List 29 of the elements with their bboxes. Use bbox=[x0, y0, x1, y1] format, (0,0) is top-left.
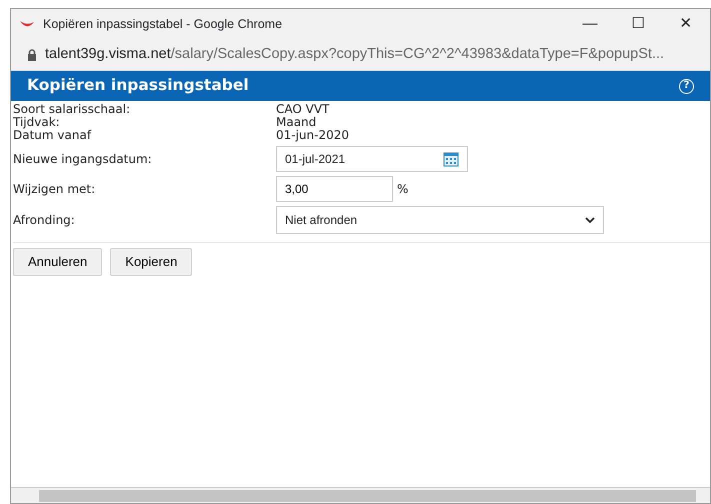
url-text: talent39g.visma.net/salary/ScalesCopy.aspx?copyThis=CG^2^2^43983&dataType=F&popupSt... bbox=[45, 44, 664, 64]
percentage-field[interactable]: 3,00 bbox=[276, 176, 393, 202]
field-label: Datum vanaf bbox=[13, 129, 92, 142]
field-value: 01-jun-2020 bbox=[276, 129, 350, 142]
field-value: Maand bbox=[276, 116, 316, 129]
close-button[interactable]: ✕ bbox=[662, 12, 710, 36]
field-label: Tijdvak: bbox=[13, 116, 61, 129]
copy-button[interactable]: Kopieren bbox=[110, 248, 192, 276]
scrollbar-thumb[interactable] bbox=[39, 490, 696, 502]
field-label: Soort salarisschaal: bbox=[13, 103, 132, 116]
field-label: Afronding: bbox=[13, 212, 76, 229]
calendar-icon[interactable] bbox=[443, 151, 459, 167]
chevron-down-icon bbox=[585, 216, 595, 224]
cancel-button[interactable]: Annuleren bbox=[13, 248, 102, 276]
window-title: Kopiëren inpassingstabel - Google Chrome bbox=[43, 16, 282, 33]
lock-icon bbox=[27, 48, 37, 60]
field-label: Nieuwe ingangsdatum: bbox=[13, 151, 153, 168]
field-value: CAO VVT bbox=[276, 103, 330, 116]
minimize-button[interactable]: — bbox=[566, 12, 614, 36]
help-icon[interactable]: ? bbox=[679, 78, 694, 94]
horizontal-scrollbar[interactable] bbox=[11, 487, 710, 503]
address-bar[interactable]: talent39g.visma.net/salary/ScalesCopy.aspx?copyThis=CG^2^2^43983&dataType=F&popupSt... bbox=[11, 39, 710, 71]
dialog-title: Kopiëren inpassingstabel bbox=[27, 75, 249, 96]
date-field[interactable]: 01-jul-2021 bbox=[276, 146, 468, 172]
app-logo-icon bbox=[19, 19, 35, 29]
maximize-button[interactable]: ☐ bbox=[614, 12, 662, 36]
rounding-select[interactable]: Niet afronden bbox=[276, 206, 604, 234]
field-label: Wijzigen met: bbox=[13, 181, 96, 198]
unit-label: % bbox=[397, 181, 408, 198]
